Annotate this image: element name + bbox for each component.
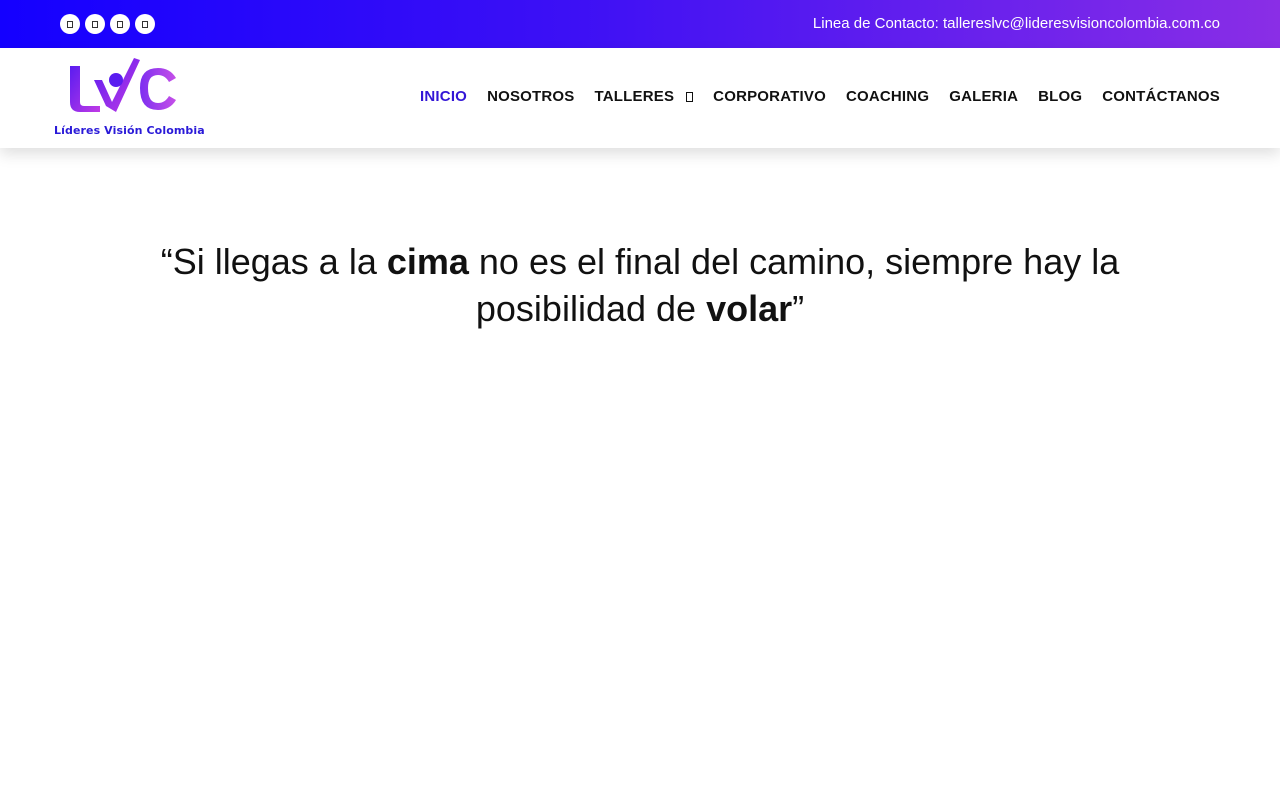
nav-item-talleres-label: TALLERES [594, 88, 675, 105]
site-logo[interactable]: Líderes Visión Colombia [54, 56, 205, 140]
logo-name: Líderes Visión Colombia [54, 124, 205, 137]
instagram-icon[interactable] [85, 14, 105, 34]
quote-text-1: “Si llegas a la [160, 241, 387, 282]
top-bar: Linea de Contacto: tallereslvc@lideresvi… [0, 0, 1280, 48]
lvc-logo-mark-icon [70, 58, 176, 112]
hero-quote: “Si llegas a la cima no es el final del … [140, 238, 1140, 332]
site-header: Líderes Visión Colombia INICIO NOSOTROS … [0, 48, 1280, 148]
nav-item-inicio[interactable]: INICIO [420, 88, 467, 105]
nav-item-corporativo[interactable]: CORPORATIVO [713, 88, 826, 105]
facebook-icon[interactable] [60, 14, 80, 34]
nav-item-contactanos[interactable]: CONTÁCTANOS [1102, 88, 1220, 105]
nav-item-talleres[interactable]: TALLERES [595, 88, 694, 105]
nav-item-blog[interactable]: BLOG [1038, 88, 1082, 105]
nav-item-coaching[interactable]: COACHING [846, 88, 929, 105]
main-nav: INICIO NOSOTROS TALLERES CORPORATIVO COA… [420, 88, 1220, 105]
quote-text-3: ” [792, 288, 805, 329]
social-links [60, 14, 155, 34]
contact-line[interactable]: Linea de Contacto: tallereslvc@lideresvi… [813, 15, 1220, 33]
chevron-down-icon[interactable] [686, 91, 694, 102]
quote-bold-volar: volar [706, 288, 793, 329]
youtube-icon[interactable] [110, 14, 130, 34]
whatsapp-icon[interactable] [135, 14, 155, 34]
nav-item-nosotros[interactable]: NOSOTROS [487, 88, 574, 105]
nav-item-galeria[interactable]: GALERIA [949, 88, 1018, 105]
quote-bold-cima: cima [386, 241, 469, 282]
